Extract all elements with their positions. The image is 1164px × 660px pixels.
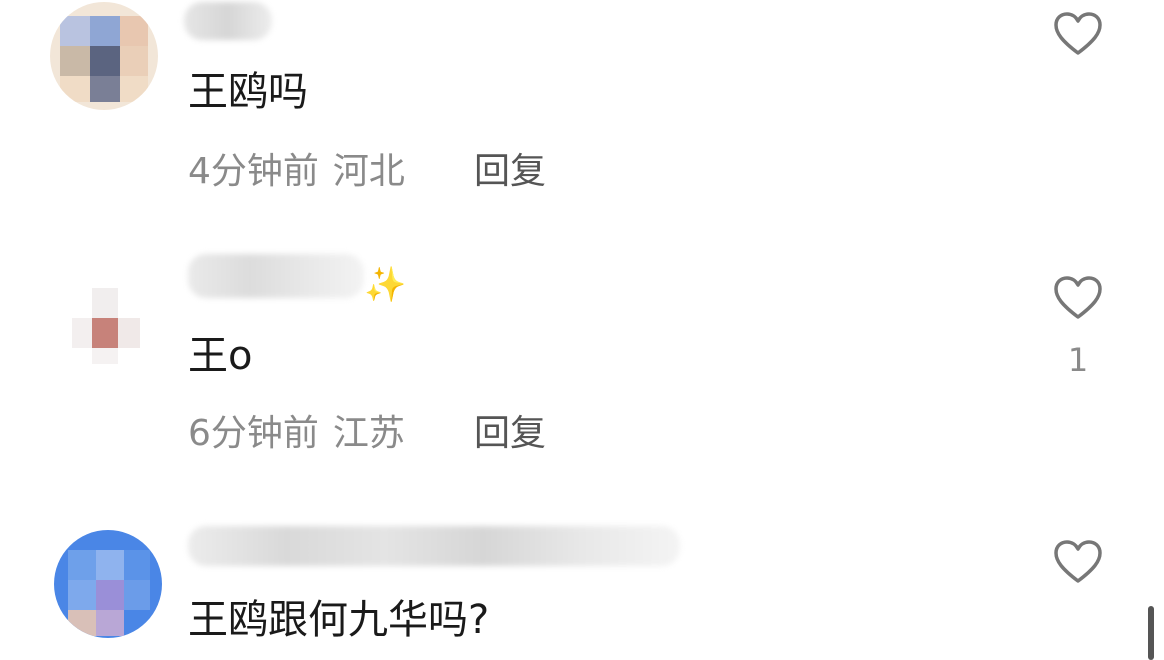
comment-meta: 4分钟前 河北 (188, 154, 405, 190)
comment-item: 王鸥吗 4分钟前 河北 回复 (0, 0, 1164, 230)
comment-time: 4分钟前 (188, 151, 319, 192)
avatar[interactable] (54, 530, 162, 638)
reply-button[interactable]: 回复 (474, 416, 546, 452)
comment-meta: 6分钟前 江苏 (188, 416, 405, 452)
comment-item: ✨ 王o 6分钟前 江苏 回复 1 (0, 230, 1164, 500)
comment-list: 王鸥吗 4分钟前 河北 回复 ✨ 王o 6分钟前 江苏 回复 1 王鸥跟何九华吗… (0, 0, 1164, 660)
like-button[interactable] (1054, 12, 1102, 56)
username-blurred[interactable] (188, 526, 680, 566)
comment-text: 王o (188, 333, 253, 379)
reply-button[interactable]: 回复 (474, 154, 546, 190)
username-blurred[interactable] (188, 254, 364, 298)
comment-text: 王鸥跟何九华吗? (188, 597, 490, 643)
heart-outline-icon (1054, 276, 1102, 319)
scrollbar[interactable] (1148, 606, 1154, 660)
username-blurred[interactable] (184, 2, 272, 40)
comment-location: 河北 (332, 151, 405, 192)
sparkles-icon: ✨ (364, 265, 407, 305)
comment-text: 王鸥吗 (188, 69, 308, 115)
comment-item: 王鸥跟何九华吗? (0, 500, 1164, 660)
heart-outline-icon (1054, 12, 1102, 55)
comment-location: 江苏 (332, 413, 405, 454)
avatar[interactable] (50, 2, 158, 110)
like-button[interactable] (1054, 276, 1102, 320)
like-count: 1 (1067, 341, 1089, 379)
avatar[interactable] (62, 278, 148, 374)
like-button[interactable] (1054, 540, 1102, 584)
comment-time: 6分钟前 (188, 413, 319, 454)
heart-outline-icon (1054, 540, 1102, 583)
